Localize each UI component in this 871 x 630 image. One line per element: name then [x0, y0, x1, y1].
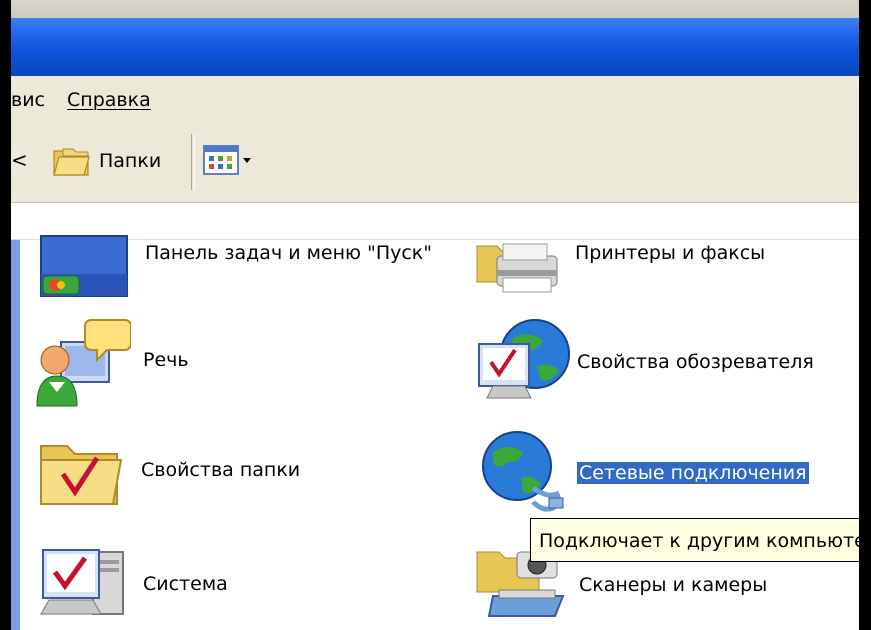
item-system[interactable]: Система	[39, 538, 228, 630]
item-printers[interactable]: Принтеры и факсы	[473, 234, 765, 304]
item-speech[interactable]: Речь	[35, 312, 189, 408]
item-taskbar[interactable]: Панель задач и меню "Пуск"	[39, 234, 432, 304]
chevron-down-icon	[242, 156, 252, 164]
item-label: Свойства папки	[141, 459, 301, 481]
folders-icon	[51, 143, 93, 179]
system-icon	[39, 538, 131, 630]
views-icon	[203, 145, 239, 175]
item-label: Сетевые подключения	[577, 462, 809, 484]
folders-label: Папки	[99, 150, 162, 172]
title-bar[interactable]	[11, 18, 859, 76]
back-button-fragment[interactable]: <	[11, 148, 28, 172]
item-label: Речь	[143, 349, 189, 371]
menu-service[interactable]: вис	[11, 89, 45, 111]
item-label: Сканеры и камеры	[579, 574, 768, 596]
menu-help[interactable]: Справка	[67, 89, 151, 111]
speech-icon	[35, 312, 131, 408]
top-strip	[11, 0, 859, 18]
item-label: Панель задач и меню "Пуск"	[145, 242, 433, 264]
explorer-window: вис Справка < Папки Панель задач и меню …	[0, 0, 871, 630]
item-internet-options[interactable]: Свойства обозревателя	[473, 314, 814, 410]
tooltip: Подключает к другим компьютерам	[530, 518, 871, 562]
views-button[interactable]	[203, 144, 267, 176]
internet-options-icon	[473, 314, 573, 410]
toolbar-separator	[191, 134, 195, 190]
taskbar-icon	[39, 234, 131, 304]
right-black-border	[859, 0, 871, 630]
item-network-connections[interactable]: Сетевые подключения	[473, 428, 809, 518]
left-black-border	[0, 0, 11, 630]
folder-options-icon	[37, 430, 125, 510]
item-label: Свойства обозревателя	[577, 351, 814, 373]
item-label: Система	[143, 573, 228, 595]
toolbar: < Папки	[11, 124, 859, 203]
network-connections-icon	[473, 428, 573, 518]
folders-button[interactable]: Папки	[51, 141, 161, 181]
item-folder-options[interactable]: Свойства папки	[37, 430, 300, 510]
left-task-pane-edge	[11, 240, 20, 630]
menu-bar: вис Справка	[11, 76, 859, 124]
printer-icon	[473, 234, 569, 304]
item-label: Принтеры и факсы	[575, 242, 766, 264]
control-panel-content: Панель задач и меню "Пуск" Принтеры и фа…	[11, 235, 859, 630]
